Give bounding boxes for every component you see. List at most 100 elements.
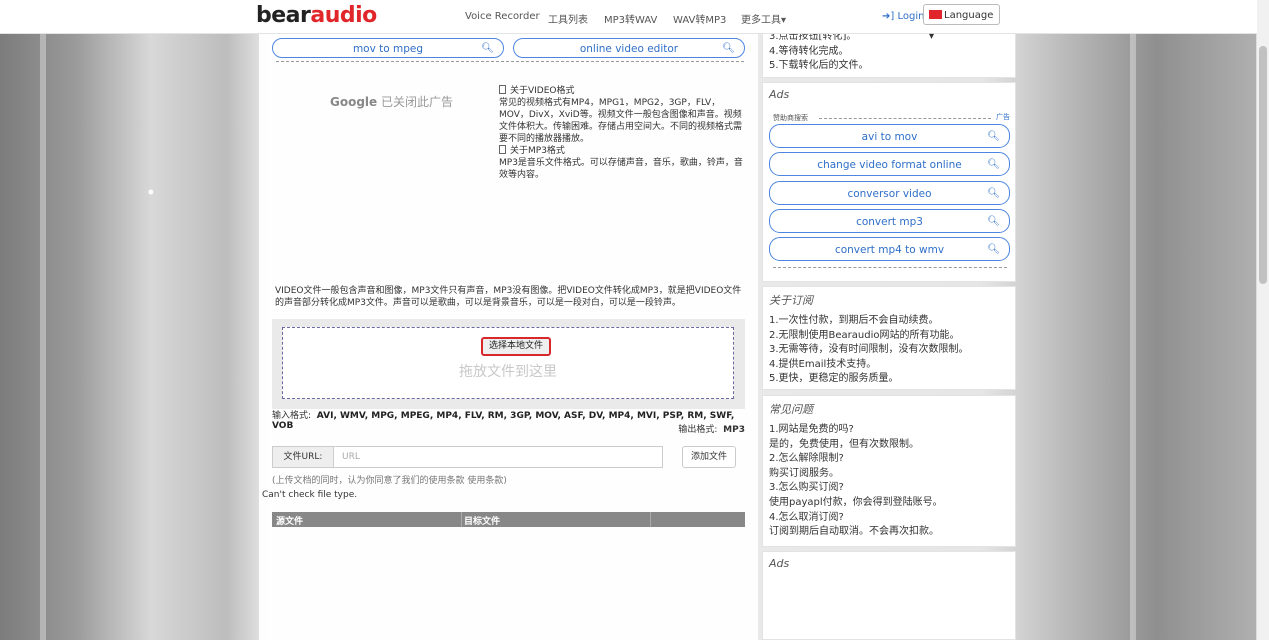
nav-more-tools[interactable]: 更多工具▾ <box>741 11 786 26</box>
search-icon: 🔍︎ <box>987 244 1000 255</box>
faq-line: 4.怎么取消订阅? <box>769 511 844 523</box>
output-format: 输出格式: MP3 <box>678 422 745 435</box>
terms-notice: (上传文档的同时，认为你同意了我们的使用条款 使用条款) <box>272 476 507 486</box>
closed-ad-notice: Google 已关闭此广告 <box>330 93 453 110</box>
faq-card: 常见问题 1.网站是免费的吗? 是的，免费使用，但有次数限制。 2.怎么解除限制… <box>762 395 1016 547</box>
output-format-value: MP3 <box>723 425 745 435</box>
drop-zone[interactable]: 选择本地文件 拖放文件到这里 <box>282 327 734 399</box>
conversion-description: VIDEO文件一般包含声音和图像，MP3文件只有声音，MP3没有图像。把VIDE… <box>275 286 742 308</box>
subscription-line: 2.无限制使用Bearaudio网站的所有功能。 <box>769 329 960 341</box>
nav-wav-to-mp3[interactable]: WAV转MP3 <box>673 11 726 26</box>
ads-title: Ads <box>769 88 790 101</box>
faq-line: 是的，免费使用，但有次数限制。 <box>769 438 919 450</box>
ad-tag: 广告 <box>996 113 1010 121</box>
video-info-heading: 关于VIDEO格式 <box>499 85 745 97</box>
sponsor-label: 赞助商搜索 <box>773 114 808 122</box>
search-icon: 🔍︎ <box>987 131 1000 142</box>
output-format-label: 输出格式: <box>678 425 718 435</box>
faq-line: 2.怎么解除限制? <box>769 453 844 465</box>
upload-area: 选择本地文件 拖放文件到这里 <box>272 319 745 409</box>
document-icon <box>499 145 506 154</box>
input-formats-label: 输入格式: <box>272 411 312 421</box>
ads-title: Ads <box>769 557 790 570</box>
divider <box>773 267 1007 268</box>
nav-mp3-to-wav[interactable]: MP3转WAV <box>604 11 657 26</box>
table-header-source: 源文件 <box>276 517 304 527</box>
faq-line: 购买订阅服务。 <box>769 467 839 479</box>
ad-search-label: avi to mov <box>861 131 918 143</box>
logo-text-accent: audio <box>310 3 377 28</box>
file-check-message: Can't check file type. <box>262 490 358 500</box>
ads-card-bottom: Ads <box>762 551 1016 640</box>
divider <box>819 118 991 119</box>
subscription-line: 3.无需等待，没有时间限制，没有次数限制。 <box>769 344 969 356</box>
search-pill-online-video-editor[interactable]: online video editor 🔍︎ <box>513 38 745 58</box>
search-icon: 🔍︎ <box>987 188 1000 199</box>
document-icon <box>499 85 506 94</box>
mp3-info-title: 关于MP3格式 <box>510 146 565 156</box>
subscription-line: 4.提供Email技术支持。 <box>769 358 877 370</box>
faq-title: 常见问题 <box>769 403 813 416</box>
step-line: 5.下载转化后的文件。 <box>769 60 869 72</box>
subscription-line: 1.一次性付款，到期后不会自动续费。 <box>769 315 939 326</box>
search-icon: 🔍︎ <box>722 43 735 54</box>
ad-search-label: convert mp4 to wmv <box>834 244 945 256</box>
subscription-title: 关于订阅 <box>769 294 813 307</box>
table-divider <box>650 512 651 527</box>
language-dropdown[interactable]: Language ▾ <box>923 4 1000 42</box>
table-header-target: 目标文件 <box>464 517 501 527</box>
search-icon: 🔍︎ <box>987 216 1000 227</box>
top-navbar: bearaudio Voice Recorder 工具列表 MP3转WAV WA… <box>0 0 1257 42</box>
ads-card: Ads 赞助商搜索 广告 avi to mov 🔍︎ change video f… <box>762 82 1016 282</box>
closed-ad-text: 已关闭此广告 <box>381 95 454 109</box>
steps-card: 3.点击按钮[转化]。 4.等待转化完成。 5.下载转化后的文件。 <box>762 31 1016 78</box>
search-pill-label: mov to mpeg <box>352 43 424 55</box>
ad-search-convert-mp4-to-wmv[interactable]: convert mp4 to wmv 🔍︎ <box>769 237 1010 261</box>
ad-search-label: change video format online <box>817 159 962 171</box>
add-file-button[interactable]: 添加文件 <box>682 446 736 468</box>
faq-line: 订阅到期后自动取消。不会再次扣款。 <box>769 526 939 538</box>
google-label: Google <box>330 95 378 109</box>
search-icon: 🔍︎ <box>987 159 1000 170</box>
ad-search-label: conversor video <box>847 188 932 200</box>
url-input[interactable]: URL <box>334 446 663 468</box>
logo-text: bear <box>256 3 311 28</box>
faq-line: 1.网站是免费的吗? <box>769 424 854 435</box>
background-stripe <box>40 0 46 640</box>
table-divider <box>461 512 462 527</box>
choose-local-file-button[interactable]: 选择本地文件 <box>481 337 551 356</box>
subscription-line: 5.更快，更稳定的服务质量。 <box>769 373 899 385</box>
scrollbar-thumb[interactable] <box>1259 46 1267 284</box>
search-pill-mov-to-mpeg[interactable]: mov to mpeg 🔍︎ <box>272 38 504 58</box>
url-row: 文件URL: URL <box>272 446 663 468</box>
login-link[interactable]: ➔] Login <box>882 11 924 22</box>
ad-search-avi-to-mov[interactable]: avi to mov 🔍︎ <box>769 124 1010 148</box>
main-content: mov to mpeg 🔍︎ online video editor 🔍︎ Goog… <box>259 33 758 640</box>
ad-search-convert-mp3[interactable]: convert mp3 🔍︎ <box>769 209 1010 233</box>
nav-voice-recorder[interactable]: Voice Recorder <box>465 11 540 22</box>
faq-line: 使用payapl付款，你会得到登陆账号。 <box>769 496 943 508</box>
format-info: 关于VIDEO格式 常见的视频格式有MP4，MPG1，MPG2，3GP，FLV，… <box>499 85 745 181</box>
drop-hint: 拖放文件到这里 <box>459 364 557 380</box>
ad-search-conversor-video[interactable]: conversor video 🔍︎ <box>769 181 1010 205</box>
input-formats-list: AVI, WMV, MPG, MPEG, MP4, FLV, RM, 3GP, … <box>272 411 735 431</box>
page-scrollbar[interactable] <box>1256 0 1269 640</box>
flag-icon <box>929 10 942 19</box>
mp3-info-heading: 关于MP3格式 <box>499 145 745 157</box>
video-info-title: 关于VIDEO格式 <box>510 86 575 96</box>
search-pill-label: online video editor <box>579 43 679 55</box>
mp3-info-text: MP3是音乐文件格式。可以存储声音，音乐，歌曲，铃声，音效等内容。 <box>499 158 743 180</box>
ad-search-label: convert mp3 <box>856 216 923 228</box>
faq-line: 3.怎么购买订阅? <box>769 482 844 494</box>
url-label: 文件URL: <box>272 446 334 468</box>
subscription-card: 关于订阅 1.一次性付款，到期后不会自动续费。 2.无限制使用Bearaudio… <box>762 286 1016 390</box>
sidebar: 3.点击按钮[转化]。 4.等待转化完成。 5.下载转化后的文件。 Ads 赞助… <box>762 31 1016 640</box>
step-line: 4.等待转化完成。 <box>769 45 849 57</box>
file-table-header: 源文件 目标文件 <box>272 512 745 527</box>
search-icon: 🔍︎ <box>481 43 494 54</box>
nav-tool-list[interactable]: 工具列表 <box>548 11 588 26</box>
ad-search-change-video-format[interactable]: change video format online 🔍︎ <box>769 152 1010 176</box>
divider <box>276 61 744 62</box>
logo[interactable]: bearaudio <box>256 3 377 28</box>
background-stripe <box>1130 0 1136 640</box>
